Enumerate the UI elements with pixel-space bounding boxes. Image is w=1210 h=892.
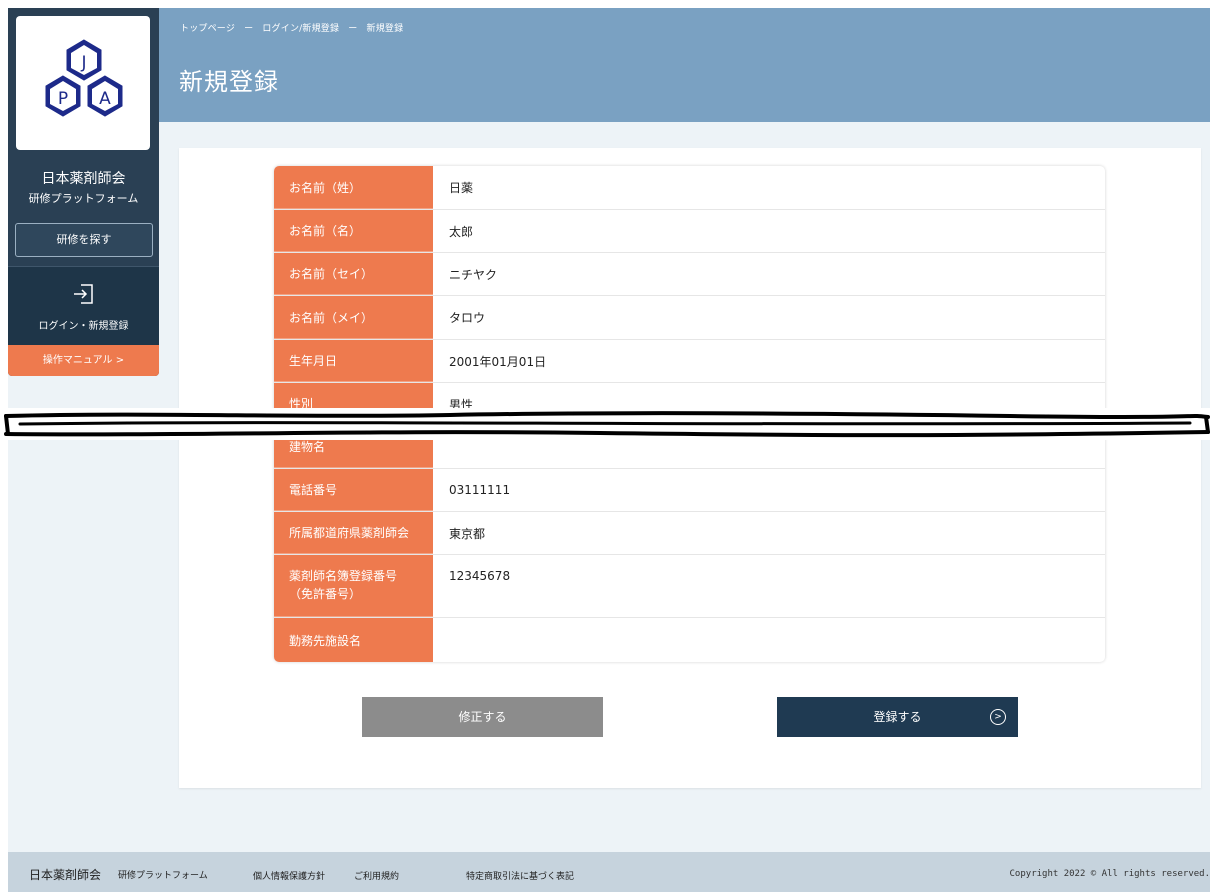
sidebar: J P A 日本薬剤師会 研修プラットフォーム 研修を探す ログイン・新規登録 … [8,8,159,376]
page-title: 新規登録 [179,68,279,96]
login-register-link[interactable]: ログイン・新規登録 [8,266,159,345]
table-row: お名前（セイ） ニチヤク [274,253,1105,296]
breadcrumb-separator: ー [348,24,358,34]
manual-link[interactable]: 操作マニュアル > [8,345,159,376]
field-label: 所属都道府県薬剤師会 [274,512,433,554]
breadcrumb-login[interactable]: ログイン/新規登録 [262,24,339,34]
field-label: お名前（メイ） [274,296,433,339]
footer-link-privacy[interactable]: 個人情報保護方針 [253,869,325,882]
svg-text:P: P [58,89,68,109]
field-value: ニチヤク [449,267,498,282]
table-row: お名前（メイ） タロウ [274,296,1105,340]
search-courses-button[interactable]: 研修を探す [15,223,153,257]
copyright: Copyright 2022 © All rights reserved. [1009,869,1210,879]
edit-button[interactable]: 修正する [362,697,603,737]
footer-link-terms[interactable]: ご利用規約 [354,869,399,882]
breadcrumb-home[interactable]: トップページ [180,24,235,34]
footer: 日本薬剤師会 研修プラットフォーム 個人情報保護方針 ご利用規約 特定商取引法に… [8,852,1210,892]
field-value: 東京都 [449,526,486,541]
footer-org-name: 日本薬剤師会 [29,868,102,882]
footer-link-commerce-law[interactable]: 特定商取引法に基づく表記 [466,869,574,882]
redaction-band [0,408,1210,440]
field-label: お名前（名） [274,210,433,252]
breadcrumb-current: 新規登録 [366,24,404,34]
table-row: 所属都道府県薬剤師会 東京都 [274,512,1105,555]
field-value: 03111111 [449,483,511,497]
jpa-logo-icon: J P A [45,39,123,117]
svg-text:A: A [99,89,111,109]
field-label: 生年月日 [274,340,433,382]
field-label: 電話番号 [274,469,433,511]
field-label: 薬剤師名簿登録番号 （免許番号） [274,555,433,617]
footer-org-subtitle: 研修プラットフォーム [118,871,208,881]
table-row: 勤務先施設名 [274,618,1105,662]
login-icon [74,284,93,304]
login-register-label: ログイン・新規登録 [38,321,129,332]
table-row: 電話番号 03111111 [274,469,1105,512]
sidebar-org-name: 日本薬剤師会 [41,171,126,187]
breadcrumb: トップページ ー ログイン/新規登録 ー 新規登録 [180,21,409,34]
logo[interactable]: J P A [16,16,150,150]
field-label: お名前（姓） [274,166,433,209]
field-value: 太郎 [449,224,474,239]
field-label: お名前（セイ） [274,253,433,295]
breadcrumb-separator: ー [244,24,254,34]
field-value: 12345678 [449,569,511,583]
table-row: 生年月日 2001年01月01日 [274,340,1105,383]
register-button-label: 登録する [873,710,922,724]
svg-text:J: J [80,53,86,73]
field-value: 2001年01月01日 [449,354,547,369]
field-label: 勤務先施設名 [274,618,433,662]
table-row: お名前（名） 太郎 [274,210,1105,253]
redaction-scribble-icon [0,411,1210,438]
table-row: お名前（姓） 日薬 [274,166,1105,210]
field-value: タロウ [449,311,486,325]
sidebar-org-subtitle: 研修プラットフォーム [28,192,139,205]
table-row: 薬剤師名簿登録番号 （免許番号） 12345678 [274,555,1105,618]
chevron-right-circle-icon: > [990,709,1006,725]
field-value: 日薬 [449,181,474,195]
field-value [433,618,1105,662]
register-button[interactable]: 登録する > [777,697,1018,737]
